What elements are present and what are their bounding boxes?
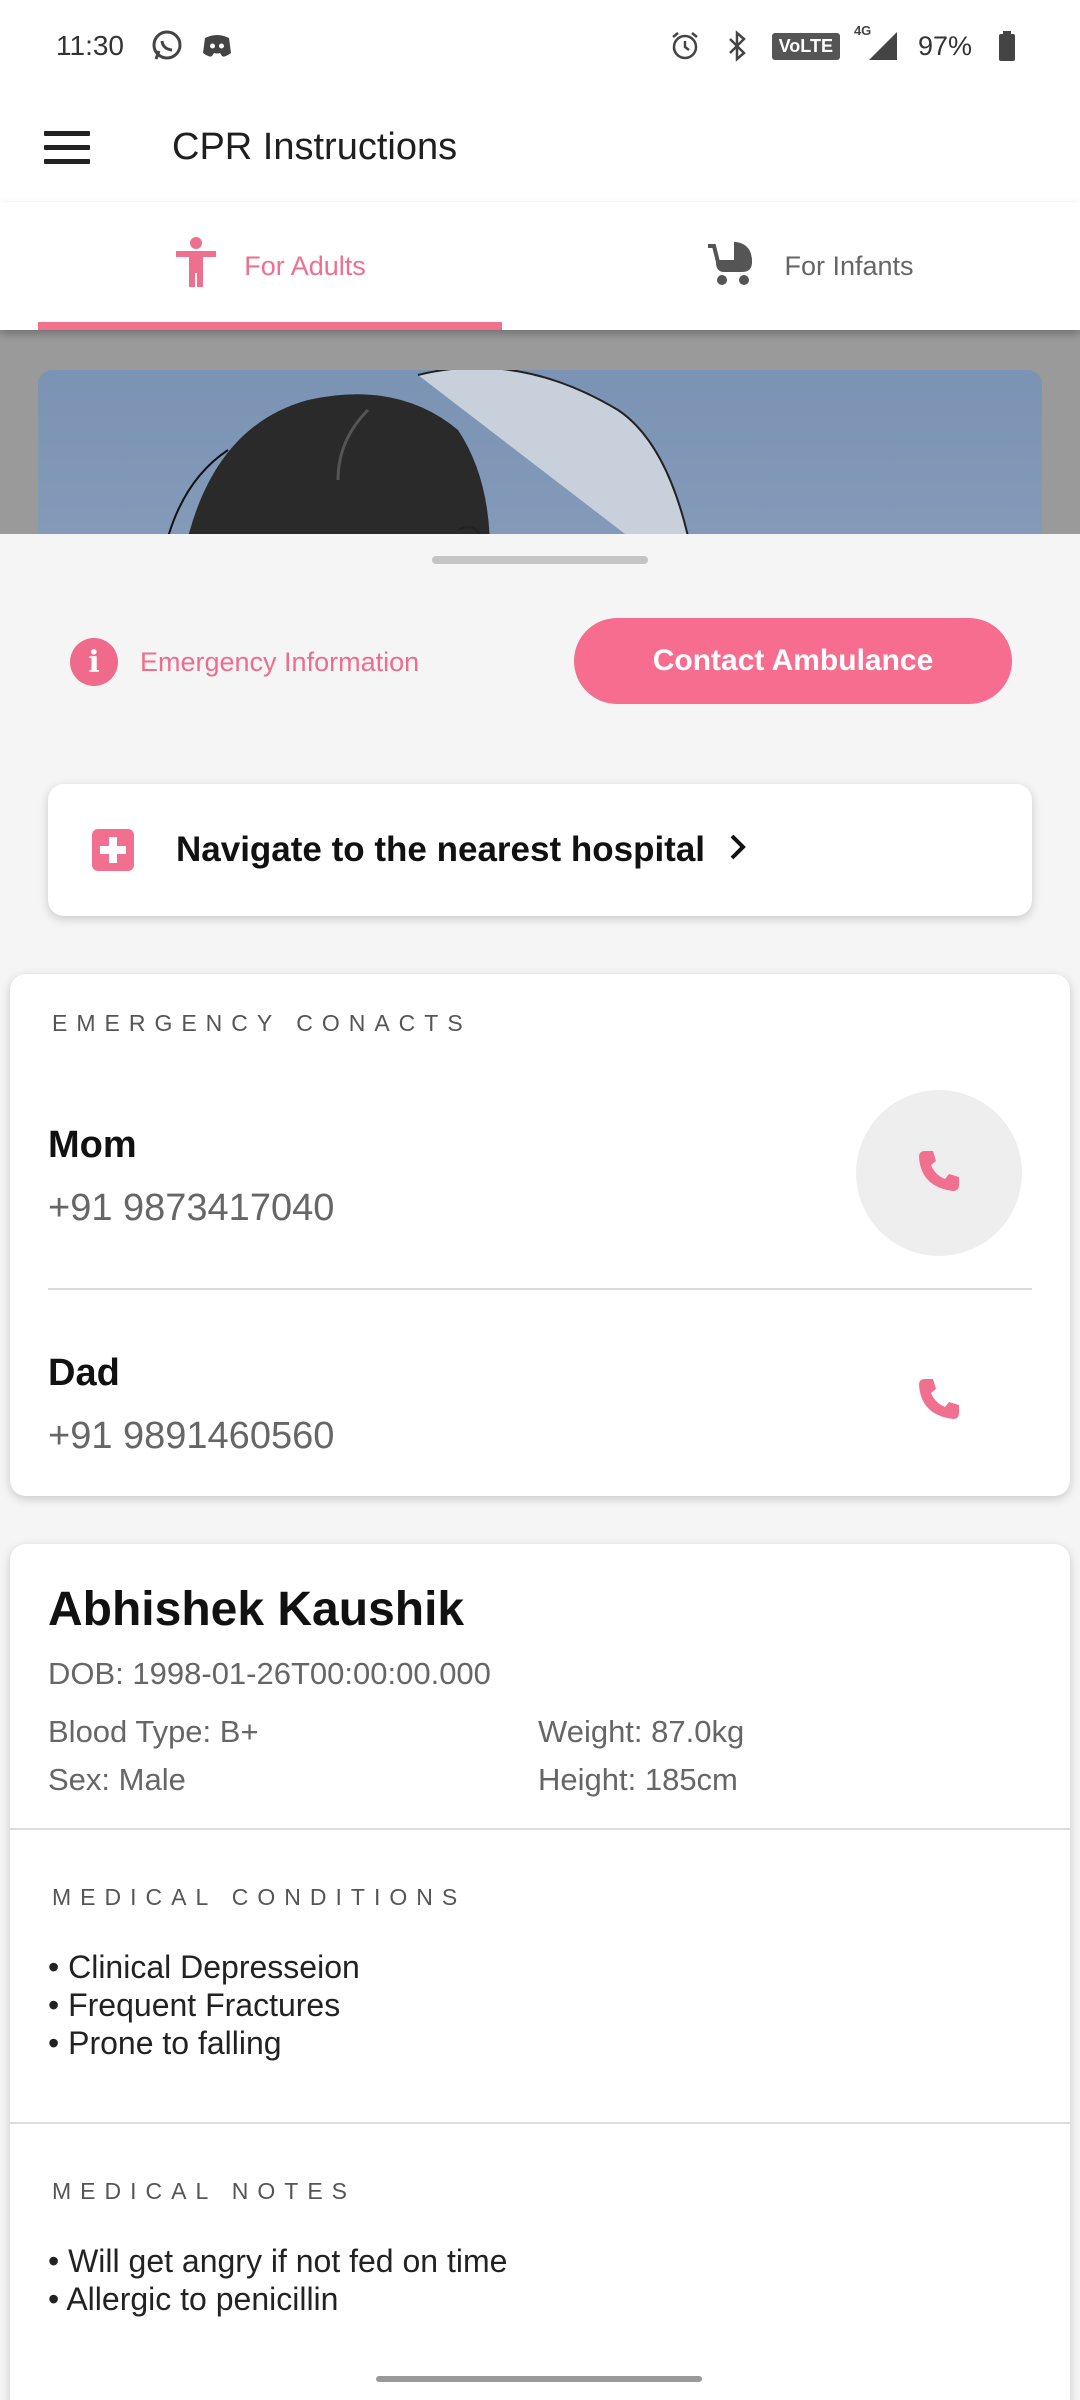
app-bar: CPR Instructions [0,92,1080,202]
chevron-right-icon [727,829,749,872]
list-item: • Allergic to penicillin [48,2281,339,2317]
phone-icon [915,1147,963,1200]
bluetooth-icon [720,29,754,63]
cpr-illustration-area [0,330,1080,534]
phone-icon [915,1375,963,1428]
stroller-icon [706,240,758,293]
navigate-hospital-button[interactable]: Navigate to the nearest hospital [48,784,1032,916]
tab-bar: For Adults For Infants [0,202,1080,330]
person-icon [174,236,218,296]
sheet-drag-handle[interactable] [432,556,648,564]
contact-ambulance-button[interactable]: Contact Ambulance [574,618,1012,704]
medical-notes-heading: MEDICAL NOTES [52,2178,357,2204]
emergency-information-button[interactable]: i Emergency Information [70,638,419,686]
status-time: 11:30 [56,30,124,61]
call-mom-button[interactable] [856,1090,1022,1256]
list-item: • Prone to falling [48,2025,282,2061]
alarm-icon [668,29,702,63]
contact-divider [48,1288,1032,1290]
emergency-information-label: Emergency Information [140,646,420,677]
medical-conditions-list: • Clinical Depresseion • Frequent Fractu… [48,1948,360,2062]
status-right-icons: VoLTE 4G 97% [668,23,1024,63]
profile-dob: DOB: 1998-01-26T00:00:00.000 [48,1656,491,1691]
signal-icon: 4G [854,23,900,63]
medical-notes-list: • Will get angry if not fed on time • Al… [48,2242,507,2318]
list-item: • Clinical Depresseion [48,1949,360,1985]
discord-icon [200,29,234,63]
medical-profile-card: Abhishek Kaushik DOB: 1998-01-26T00:00:0… [10,1544,1070,2400]
profile-name: Abhishek Kaushik [48,1583,465,1636]
navigate-hospital-label: Navigate to the nearest hospital [176,830,706,869]
tab-label: For Infants [784,250,914,281]
emergency-contacts-card: EMERGENCY CONACTS Mom +91 9873417040 Dad… [10,974,1070,1496]
list-item: • Will get angry if not fed on time [48,2243,508,2279]
battery-percent: 97% [917,30,972,61]
profile-divider [10,1828,1070,1830]
tab-indicator [38,322,502,330]
conditions-divider [10,2122,1070,2124]
blood-type: Blood Type: B+ [48,1714,259,1749]
tab-label: For Adults [244,250,366,281]
battery-icon [990,29,1024,63]
call-dad-button[interactable] [856,1318,1022,1484]
bottom-sheet: i Emergency Information Contact Ambulanc… [0,534,1080,2400]
list-item: • Frequent Fractures [48,1987,341,2023]
sex: Sex: Male [48,1762,186,1797]
hospital-icon [92,829,134,871]
status-left-icons [150,29,234,63]
info-icon: i [70,638,118,686]
weight: Weight: 87.0kg [538,1714,745,1749]
tab-for-adults[interactable]: For Adults [0,202,540,330]
whatsapp-icon [150,29,184,63]
tab-for-infants[interactable]: For Infants [540,202,1080,330]
page-title: CPR Instructions [172,125,458,168]
home-indicator[interactable] [376,2376,702,2382]
height: Height: 185cm [538,1762,738,1797]
status-bar: 11:30 VoLTE 4G 97% [0,0,1080,92]
network-type: 4G [853,23,872,38]
hamburger-menu-icon[interactable] [34,114,100,180]
medical-conditions-heading: MEDICAL CONDITIONS [52,1884,467,1910]
emergency-contacts-heading: EMERGENCY CONACTS [52,1010,472,1036]
volte-icon: VoLTE [771,32,840,60]
cpr-illustration [38,370,1042,534]
